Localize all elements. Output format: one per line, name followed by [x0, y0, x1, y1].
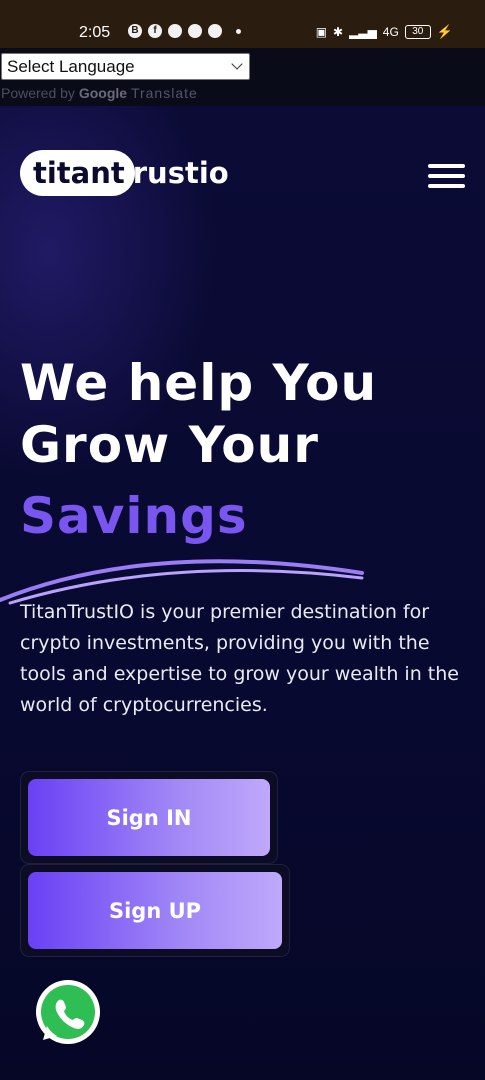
status-bar: 2:05 B f ▣ ✱ ▂▃▅ 4G 30 ⚡: [0, 0, 485, 48]
whatsapp-icon[interactable]: [33, 978, 103, 1048]
hero-title-accent: Savings: [20, 487, 248, 545]
site-logo[interactable]: titant rustio: [20, 150, 229, 196]
hero-title-line1: We help You: [20, 354, 378, 412]
sign-in-button[interactable]: Sign IN: [28, 779, 270, 856]
sign-in-button-frame: Sign IN: [20, 771, 278, 864]
google-translate-widget: Select Language Powered by Google Transl…: [0, 48, 485, 106]
chevron-down-icon: [231, 58, 243, 70]
dot-icon: [236, 28, 241, 34]
powered-by-label: Powered by: [1, 85, 75, 101]
b-icon: B: [128, 24, 142, 38]
powered-by-google[interactable]: Powered by Google Translate: [1, 85, 198, 101]
logo-text: rustio: [132, 156, 229, 190]
swoosh-decoration: [0, 559, 364, 605]
snapchat-icon: [168, 24, 182, 38]
charging-icon: ⚡: [436, 24, 453, 39]
bluetooth-icon: ✱: [333, 25, 344, 39]
hamburger-icon[interactable]: [428, 164, 465, 188]
language-select-value: Select Language: [7, 57, 135, 76]
hero-title-line2: Grow Your: [20, 416, 319, 474]
snapchat-icon: [208, 24, 222, 38]
sign-up-button-frame: Sign UP: [20, 864, 290, 957]
battery-icon: 30: [404, 25, 431, 39]
facebook-icon: f: [148, 24, 162, 38]
hero-description: TitanTrustIO is your premier destination…: [20, 601, 459, 716]
snapchat-icon: [188, 24, 202, 38]
logo-pill: titant: [20, 150, 135, 196]
hero-title: We help You Grow Your Savings: [20, 352, 377, 547]
nfc-icon: ▣: [315, 25, 328, 39]
system-icons: ▣ ✱ ▂▃▅ 4G 30 ⚡: [316, 24, 453, 40]
network-type-label: 4G: [382, 25, 399, 39]
status-time: 2:05: [79, 24, 111, 41]
sign-up-button[interactable]: Sign UP: [28, 872, 282, 949]
language-select[interactable]: Select Language: [1, 53, 250, 80]
translate-label: Translate: [130, 85, 198, 101]
signal-icon: ▂▃▅: [349, 25, 377, 39]
notification-icons: B f: [128, 24, 241, 38]
google-logo: Google: [78, 85, 128, 101]
